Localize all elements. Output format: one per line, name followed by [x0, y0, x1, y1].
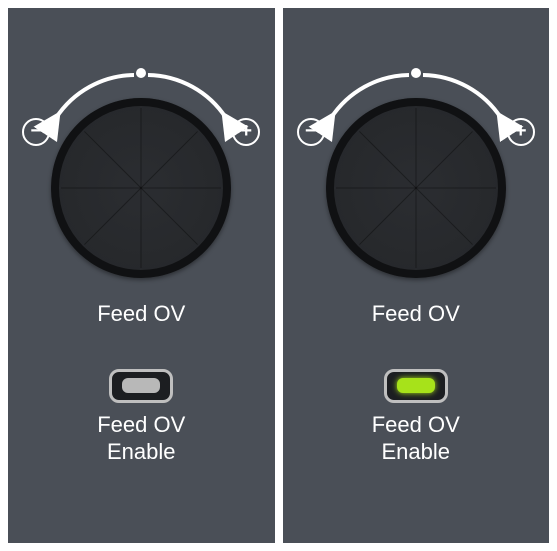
plus-icon: + — [232, 118, 260, 146]
knob-marks — [61, 108, 221, 268]
feed-override-knob[interactable] — [326, 98, 506, 278]
override-panel-left: − + Feed OV Feed OV Enable — [8, 8, 275, 543]
knob-area: − + — [26, 48, 256, 288]
toggle-light-off — [122, 378, 160, 393]
knob-marks — [336, 108, 496, 268]
knob-label: Feed OV — [372, 300, 460, 329]
toggle-wrap: Feed OV Enable — [372, 369, 460, 466]
feed-override-enable-toggle[interactable] — [384, 369, 448, 403]
plus-icon: + — [507, 118, 535, 146]
knob-label: Feed OV — [97, 300, 185, 329]
toggle-light-on — [397, 378, 435, 393]
toggle-label: Feed OV Enable — [372, 411, 460, 466]
minus-icon: − — [297, 118, 325, 146]
feed-override-enable-toggle[interactable] — [109, 369, 173, 403]
override-panel-right: − + Feed OV Feed OV Enable — [283, 8, 550, 543]
toggle-wrap: Feed OV Enable — [97, 369, 185, 466]
feed-override-knob[interactable] — [51, 98, 231, 278]
minus-icon: − — [22, 118, 50, 146]
knob-area: − + — [301, 48, 531, 288]
toggle-label: Feed OV Enable — [97, 411, 185, 466]
